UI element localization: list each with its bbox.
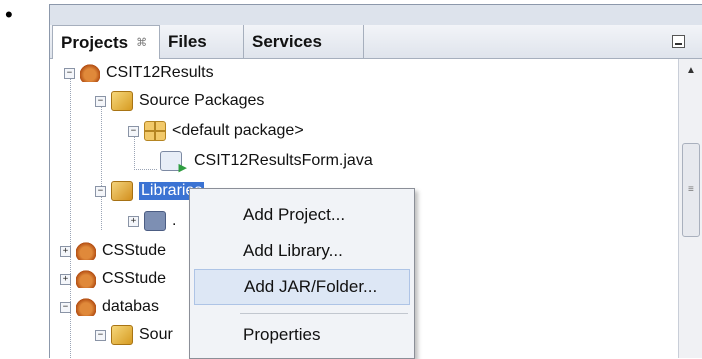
tree-node-jdk[interactable]: + . [128, 207, 176, 235]
java-project-icon [80, 64, 100, 82]
menu-item-add-library[interactable]: Add Library... [190, 233, 414, 269]
tree-node-project[interactable]: + CSStude [60, 237, 166, 265]
tab-services-label: Services [252, 31, 322, 51]
scroll-up-icon[interactable]: ▲ [686, 65, 696, 76]
tab-bar: Projects ⌘ Files Services [50, 25, 702, 59]
menu-item-add-jar-folder[interactable]: Add JAR/Folder... [194, 269, 410, 305]
tree-node-label: Source Packages [139, 92, 265, 109]
menu-item-label: Properties [243, 325, 321, 344]
menu-item-add-project[interactable]: Add Project... [190, 197, 414, 233]
tab-projects[interactable]: Projects ⌘ [52, 25, 160, 59]
java-project-icon [76, 298, 96, 316]
collapse-icon[interactable]: − [95, 95, 106, 107]
tree-node-project[interactable]: + CSStude [60, 265, 166, 293]
package-icon [144, 121, 166, 141]
tree-node-source-packages[interactable]: − Source Packages [95, 87, 264, 115]
tree-node-label: CSIT12ResultsForm.java [194, 152, 373, 169]
window-title-strip [50, 5, 702, 25]
minimize-icon[interactable] [672, 35, 685, 48]
vertical-scrollbar[interactable]: ▲ ≡ [678, 59, 702, 358]
collapse-icon[interactable]: − [64, 67, 75, 79]
libraries-icon [111, 181, 133, 201]
menu-item-properties[interactable]: Properties [190, 317, 414, 353]
tree-node-label: CSStude [102, 242, 167, 259]
tree-node-label: . [172, 212, 177, 229]
tree-node-label: CSIT12Results [106, 64, 214, 81]
collapse-icon[interactable]: − [60, 301, 71, 313]
tree-guide-line [101, 101, 102, 231]
tree-node-libraries[interactable]: − Libraries [95, 177, 205, 205]
tree-node-default-package[interactable]: − <default package> [128, 117, 304, 145]
jdk-icon [144, 211, 166, 231]
menu-item-label: Add Project... [243, 205, 346, 224]
expand-icon[interactable]: + [128, 215, 139, 227]
grip-icon: ≡ [688, 184, 694, 195]
menu-separator [240, 313, 408, 314]
collapse-icon[interactable]: − [128, 125, 139, 137]
collapse-icon[interactable]: − [95, 185, 106, 197]
expand-icon[interactable]: + [60, 273, 71, 285]
tree-node-project[interactable]: − databas [60, 293, 159, 321]
expand-icon[interactable]: + [60, 245, 71, 257]
java-project-icon [76, 270, 96, 288]
scrollbar-thumb[interactable]: ≡ [682, 143, 700, 237]
tree-node-label: CSStude [102, 270, 167, 287]
tree-node-source-packages[interactable]: − Sour [95, 321, 173, 349]
tab-services[interactable]: Services [244, 25, 364, 58]
source-packages-icon [111, 325, 133, 345]
tab-projects-label: Projects [61, 32, 129, 52]
tree-node-label: Sour [139, 326, 173, 343]
java-project-icon [76, 242, 96, 260]
collapse-icon[interactable]: − [95, 329, 106, 341]
java-file-icon [160, 151, 187, 174]
context-menu: Add Project... Add Library... Add JAR/Fo… [189, 188, 415, 359]
tree-node-project[interactable]: − CSIT12Results [64, 59, 214, 87]
source-packages-icon [111, 91, 133, 111]
tree-guide-line [134, 169, 158, 170]
tree-node-label: <default package> [172, 122, 304, 139]
tab-files[interactable]: Files [160, 25, 244, 58]
bullet-point: • [5, 2, 13, 27]
menu-item-label: Add JAR/Folder... [244, 277, 378, 296]
tab-files-label: Files [168, 31, 207, 51]
tab-close-icon[interactable]: ⌘ [136, 36, 147, 49]
tree-node-java-file[interactable]: CSIT12ResultsForm.java [160, 147, 373, 175]
menu-item-label: Add Library... [243, 241, 343, 260]
tree-node-label: databas [102, 298, 159, 315]
